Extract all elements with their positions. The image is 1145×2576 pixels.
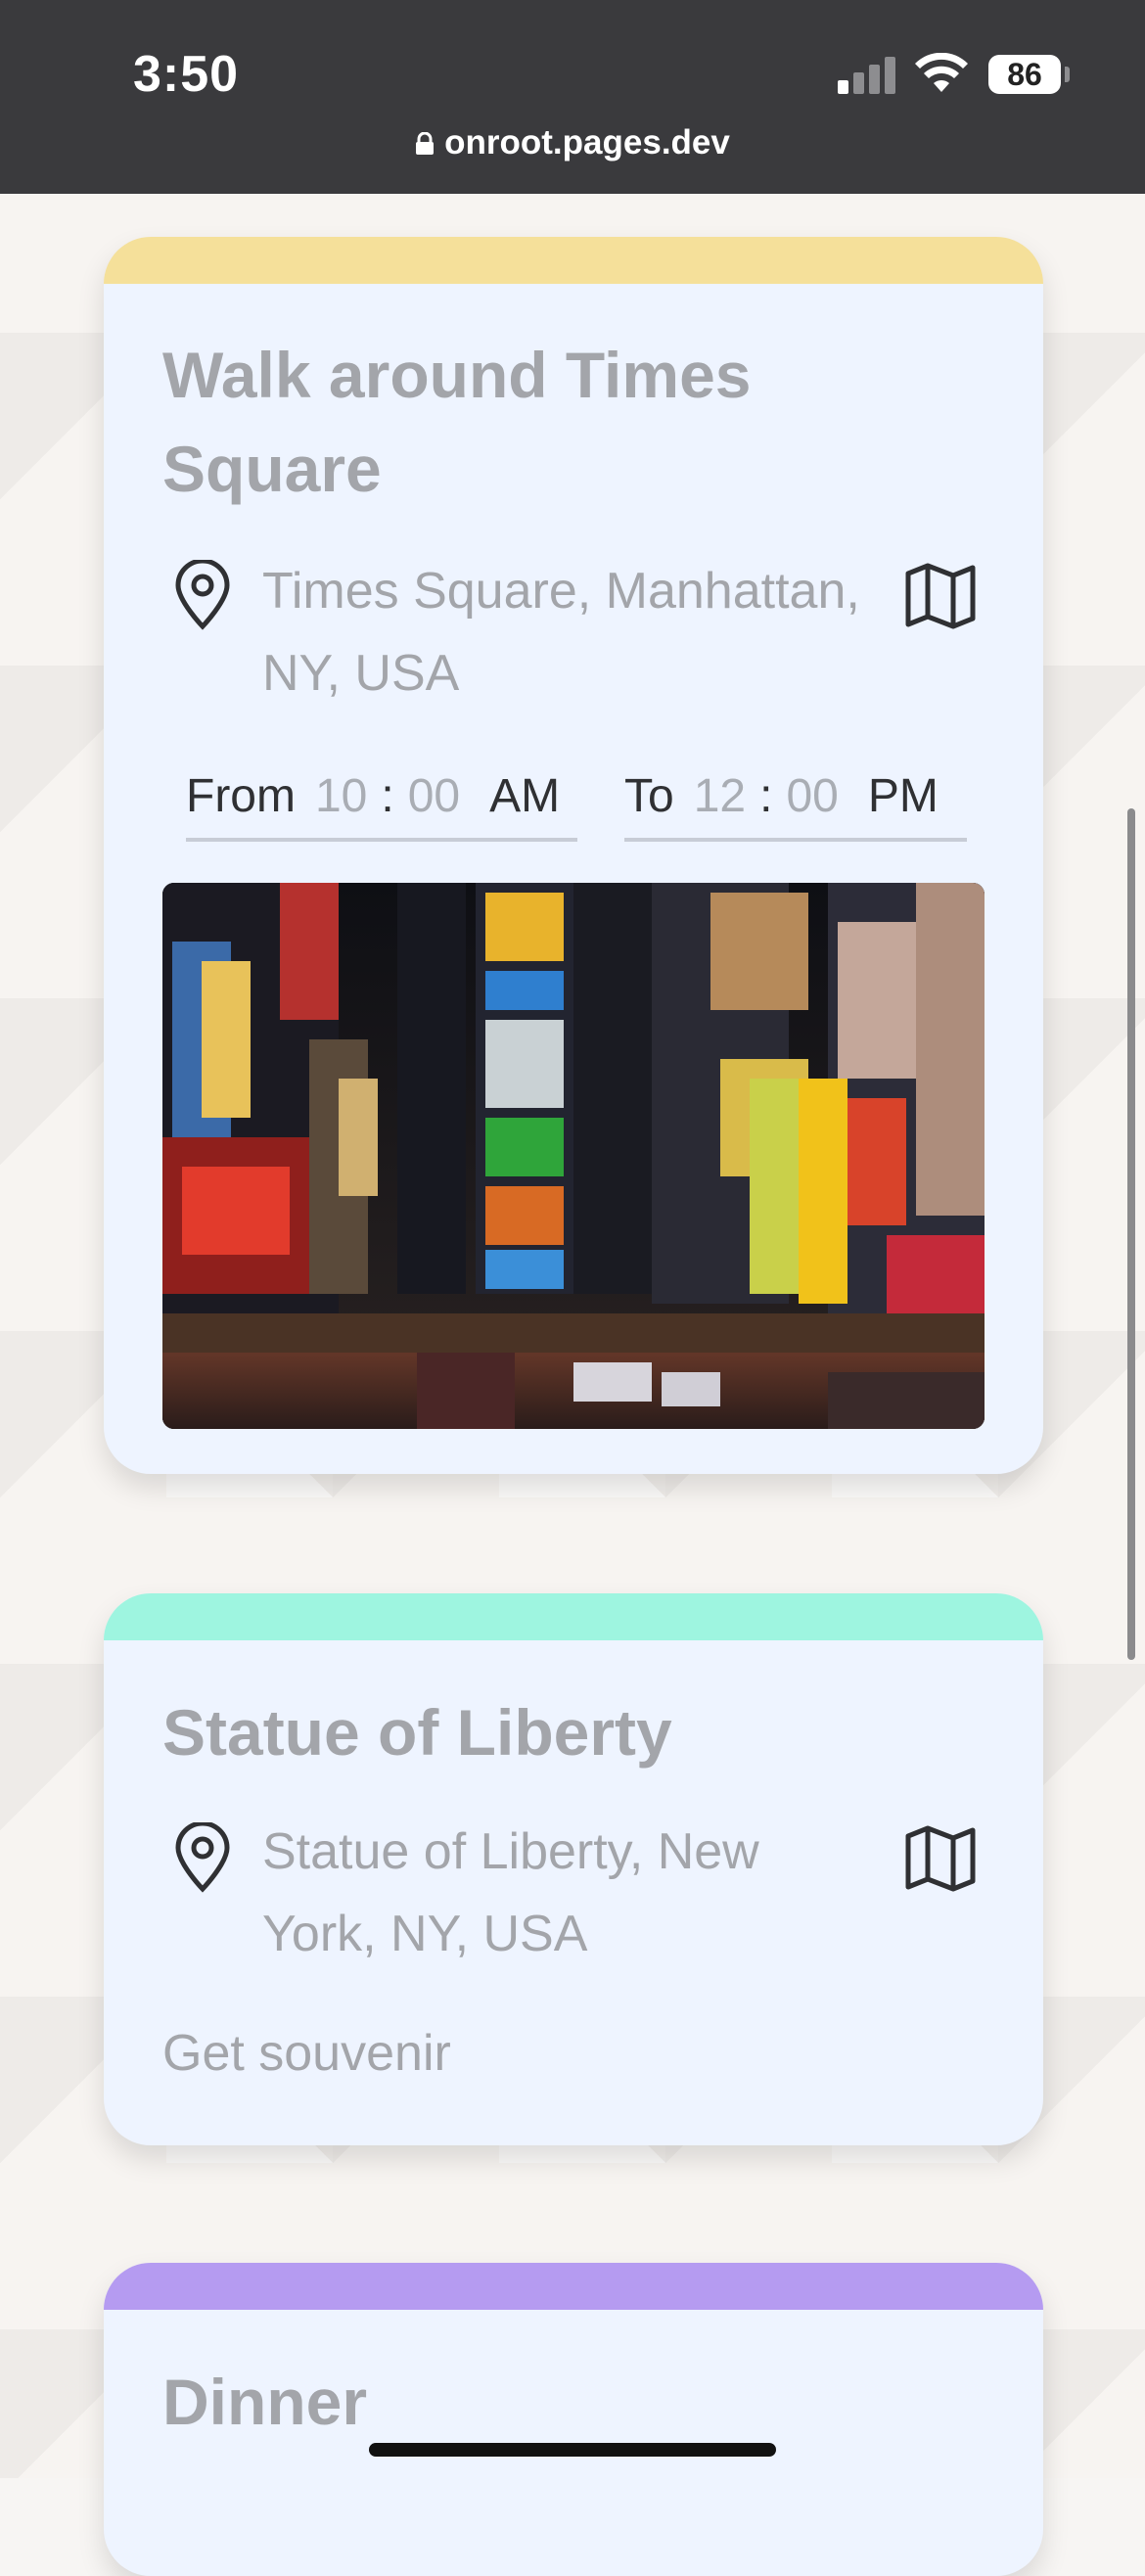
- time-separator: :: [381, 769, 394, 822]
- url-text: onroot.pages.dev: [444, 123, 730, 161]
- from-ampm[interactable]: AM: [489, 769, 560, 823]
- to-hour[interactable]: 12: [694, 769, 746, 823]
- card-color-band: [104, 237, 1043, 284]
- wifi-icon: [915, 53, 968, 92]
- card-title[interactable]: Statue of Liberty: [162, 1685, 985, 1779]
- card-title[interactable]: Dinner: [162, 2355, 985, 2449]
- map-icon[interactable]: [904, 562, 977, 630]
- to-ampm[interactable]: PM: [868, 769, 939, 823]
- location-photo[interactable]: [162, 883, 985, 1429]
- location-pin-icon: [175, 560, 230, 630]
- home-indicator[interactable]: [369, 2443, 776, 2457]
- card-color-band: [104, 2263, 1043, 2310]
- battery-tip: [1065, 67, 1070, 82]
- to-minute[interactable]: 00: [786, 769, 838, 823]
- battery-indicator: 86: [988, 55, 1061, 94]
- from-time-field[interactable]: From 10 : 00 AM: [186, 754, 577, 842]
- map-icon[interactable]: [904, 1824, 977, 1893]
- card-color-band: [104, 1593, 1043, 1640]
- itinerary-card[interactable]: Dinner: [104, 2263, 1043, 2576]
- itinerary-card[interactable]: Statue of Liberty Statue of Liberty, New…: [104, 1593, 1043, 2145]
- from-hour[interactable]: 10: [315, 769, 367, 823]
- time-separator: :: [759, 769, 773, 822]
- itinerary-card[interactable]: Walk around Times Square Times Square, M…: [104, 237, 1043, 1474]
- to-time-field[interactable]: To 12 : 00 PM: [624, 754, 967, 842]
- location-pin-icon: [175, 1822, 230, 1893]
- location-address[interactable]: Statue of Liberty, New York, NY, USA: [262, 1811, 849, 1975]
- from-minute[interactable]: 00: [408, 769, 460, 823]
- to-label: To: [624, 769, 674, 822]
- card-title[interactable]: Walk around Times Square: [162, 328, 985, 516]
- lock-icon: [416, 132, 435, 155]
- location-address[interactable]: Times Square, Manhattan, NY, USA: [262, 550, 889, 714]
- browser-status-bar: 3:50 86 onroot.pages.dev: [0, 0, 1145, 194]
- from-label: From: [186, 769, 296, 822]
- scrollbar[interactable]: [1127, 808, 1135, 1660]
- clock: 3:50: [133, 46, 240, 103]
- cellular-signal-icon: [838, 57, 896, 94]
- url-bar[interactable]: onroot.pages.dev: [0, 123, 1145, 162]
- card-note[interactable]: Get souvenir: [162, 2024, 451, 2083]
